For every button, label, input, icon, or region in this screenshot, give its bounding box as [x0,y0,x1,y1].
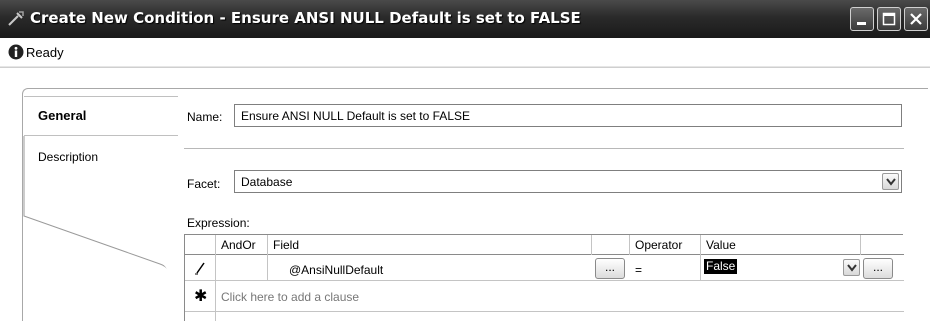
grid-col-divider [267,235,268,280]
field-ellipsis-button[interactable]: ... [595,258,625,279]
row-operator[interactable]: = [635,263,642,277]
minimize-icon [857,22,866,25]
row-value[interactable]: False [704,259,738,274]
condition-icon [8,11,24,26]
grid-header-value[interactable]: Value [706,238,736,252]
chevron-down-icon [847,264,857,272]
close-button[interactable] [904,7,928,31]
grid-header-field[interactable]: Field [273,238,299,252]
grid-row-divider [185,280,904,281]
chevron-down-icon [886,178,896,186]
grid-col-divider [591,235,592,255]
value-dropdown-button[interactable] [843,259,860,276]
maximize-button[interactable] [877,7,901,31]
maximize-icon [882,12,896,26]
status-text: Ready [26,45,64,60]
tab-description[interactable]: Description [24,140,164,180]
edit-pencil-icon [195,262,205,275]
tab-general-label: General [38,108,87,123]
new-row-marker: ✱ [194,288,208,305]
tab-description-label: Description [38,150,99,164]
grid-col-divider [215,235,216,321]
row-field[interactable]: @AnsiNullDefault [289,263,383,277]
grid-col-divider [700,235,701,280]
status-separator [0,66,930,68]
grid-header-andor[interactable]: AndOr [221,238,256,252]
name-label: Name: [187,110,223,124]
info-icon [8,44,24,60]
grid-header-operator[interactable]: Operator [635,238,682,252]
facet-label: Facet: [187,177,221,191]
tab-general[interactable]: General [24,96,178,136]
add-clause-prompt[interactable]: Click here to add a clause [221,290,359,304]
grid-col-divider [629,235,630,255]
tab-strip: General Description [22,96,178,321]
window-controls [850,7,928,31]
close-icon [910,13,922,25]
name-field[interactable]: Ensure ANSI NULL Default is set to FALSE [234,104,902,127]
grid-row-divider [185,311,904,312]
expression-grid: AndOr Field Operator Value @AnsiNullDefa… [184,234,904,321]
minimize-button[interactable] [850,7,874,31]
facet-select-value: Database [241,175,293,189]
grid-header-bottom [185,254,904,255]
window-title: Create New Condition - Ensure ANSI NULL … [30,9,581,27]
grid-col-divider [860,235,861,255]
value-ellipsis-button[interactable]: ... [863,258,893,279]
value-combo[interactable]: False [703,258,860,279]
expression-label: Expression: [187,216,250,230]
facet-dropdown-button[interactable] [882,173,899,190]
title-bar[interactable]: Create New Condition - Ensure ANSI NULL … [0,0,930,38]
section-divider [184,148,904,149]
name-field-value: Ensure ANSI NULL Default is set to FALSE [241,109,470,123]
status-line: Ready [0,38,930,66]
facet-select[interactable]: Database [234,170,902,193]
